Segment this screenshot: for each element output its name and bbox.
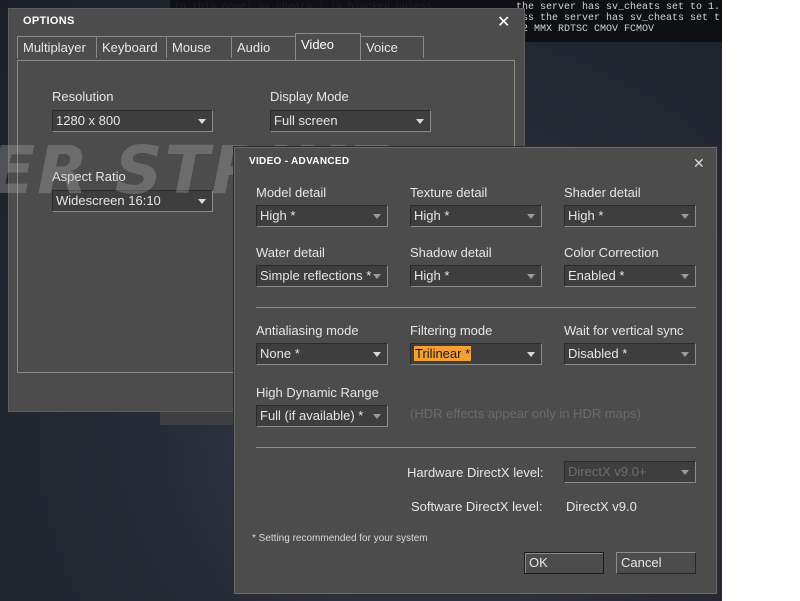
tab-voice[interactable]: Voice [360,36,424,58]
chevron-down-icon [527,274,535,279]
shadow-detail-select[interactable]: High * [410,265,542,287]
shader-detail-value: High * [568,208,604,223]
chevron-down-icon [681,470,689,475]
texture-detail-value: High * [414,208,450,223]
cancel-button[interactable]: Cancel [616,552,696,574]
chevron-down-icon [373,414,381,419]
section-divider [256,307,696,308]
game-background: In this game: sv_cheats 1 is blocked unl… [0,0,722,601]
software-directx-value: DirectX v9.0 [566,499,637,514]
color-correction-select[interactable]: Enabled * [564,265,696,287]
display-mode-label: Display Mode [270,89,349,104]
filtering-mode-select[interactable]: Trilinear * [410,343,542,365]
ok-button[interactable]: OK [524,552,604,574]
shadow-detail-value: High * [414,268,450,283]
color-correction-value: Enabled * [568,268,625,283]
water-detail-label: Water detail [256,245,325,260]
hardware-directx-label: Hardware DirectX level: [407,465,544,480]
resolution-value: 1280 x 800 [56,113,121,128]
chevron-down-icon [373,352,381,357]
chevron-down-icon [681,214,689,219]
model-detail-value: High * [260,208,296,223]
chevron-down-icon [373,274,381,279]
antialiasing-label: Antialiasing mode [256,323,359,338]
recommendation-footnote: * Setting recommended for your system [252,533,428,544]
video-advanced-title: VIDEO - ADVANCED [249,156,350,167]
hdr-value: Full (if available) * [260,408,364,423]
antialiasing-select[interactable]: None * [256,343,388,365]
tab-audio[interactable]: Audio [231,36,296,58]
water-detail-select[interactable]: Simple reflections * [256,265,388,287]
texture-detail-select[interactable]: High * [410,205,542,227]
chevron-down-icon [198,119,206,124]
tab-video[interactable]: Video [295,33,361,60]
resolution-label: Resolution [52,89,114,104]
shadow-detail-label: Shadow detail [410,245,492,260]
chevron-down-icon [373,214,381,219]
vsync-label: Wait for vertical sync [564,323,684,338]
tab-keyboard[interactable]: Keyboard [96,36,167,58]
display-mode-select[interactable]: Full screen [270,110,431,132]
model-detail-label: Model detail [256,185,327,200]
console-line-2-right: ess the server has sv_cheats set t [516,13,721,24]
close-icon[interactable]: ✕ [693,155,705,171]
video-advanced-dialog: VIDEO - ADVANCED ✕ Model detail High * T… [234,147,717,594]
hardware-directx-value: DirectX v9.0+ [568,464,647,479]
antialiasing-value: None * [260,346,300,361]
hdr-label: High Dynamic Range [256,385,379,400]
console-line-3-right: E2 MMX RDTSC CMOV FCMOV [516,24,655,35]
vsync-select[interactable]: Disabled * [564,343,696,365]
texture-detail-label: Texture detail [410,185,488,200]
software-directx-label: Software DirectX level: [411,499,543,514]
resolution-select[interactable]: 1280 x 800 [52,110,213,132]
chevron-down-icon [681,274,689,279]
hardware-directx-select[interactable]: DirectX v9.0+ [564,461,696,483]
shader-detail-label: Shader detail [564,185,641,200]
vsync-value: Disabled * [568,346,628,361]
close-icon[interactable]: ✕ [497,15,510,31]
options-title: OPTIONS [23,15,75,27]
chevron-down-icon [527,214,535,219]
color-correction-label: Color Correction [564,245,659,260]
filtering-mode-label: Filtering mode [410,323,493,338]
filtering-mode-value: Trilinear * [414,346,472,361]
hdr-select[interactable]: Full (if available) * [256,405,388,427]
model-detail-select[interactable]: High * [256,205,388,227]
tab-multiplayer[interactable]: Multiplayer [17,36,97,58]
chevron-down-icon [416,119,424,124]
shader-detail-select[interactable]: High * [564,205,696,227]
chevron-down-icon [681,352,689,357]
tab-mouse[interactable]: Mouse [166,36,232,58]
chevron-down-icon [527,352,535,357]
display-mode-value: Full screen [274,113,338,128]
console-line-1-right: the server has sv_cheats set to 1. [516,2,721,13]
hdr-note: (HDR effects appear only in HDR maps) [410,406,641,421]
section-divider [256,447,696,448]
water-detail-value: Simple reflections * [260,268,372,283]
